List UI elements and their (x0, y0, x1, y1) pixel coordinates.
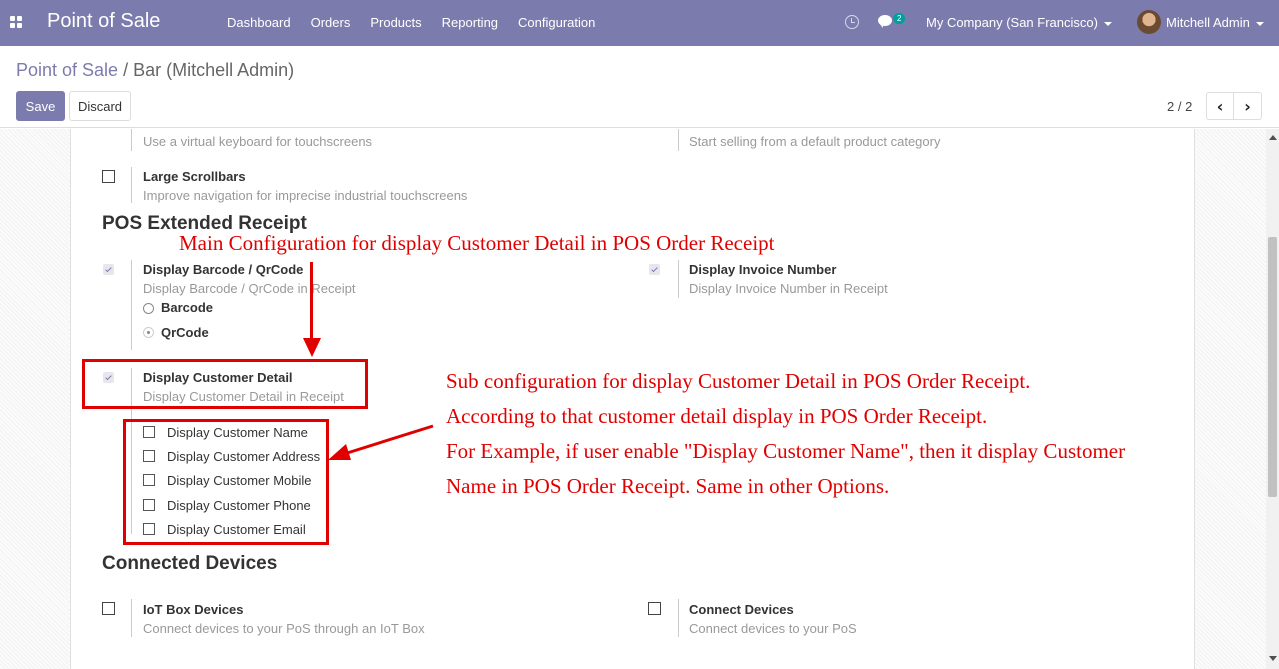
pager-buttons: ‹ › (1206, 92, 1262, 120)
connect-devices-checkbox[interactable] (648, 602, 661, 615)
chevron-down-icon (1255, 21, 1264, 26)
setting-divider (678, 599, 679, 637)
annotation-sub-line4: Name in POS Order Receipt. Same in other… (446, 474, 890, 498)
annotation-arrow-down (310, 262, 313, 344)
iot-box-title: IoT Box Devices (143, 602, 244, 617)
barcode-help: Display Barcode / QrCode in Receipt (143, 281, 356, 296)
user-avatar[interactable] (1137, 10, 1161, 34)
app-brand[interactable]: Point of Sale (47, 10, 160, 33)
annotation-main-config: Main Configuration for display Customer … (179, 231, 775, 255)
control-panel: Point of Sale / Bar (Mitchell Admin) Sav… (0, 46, 1279, 128)
setting-divider (131, 129, 132, 151)
setting-divider (678, 129, 679, 151)
activity-clock-icon[interactable] (845, 15, 859, 29)
section-title-connected-devices: Connected Devices (102, 553, 278, 574)
apps-menu-icon[interactable] (10, 16, 22, 28)
menu-products[interactable]: Products (370, 15, 421, 30)
save-button[interactable]: Save (16, 91, 65, 121)
invoice-number-checkbox[interactable] (649, 264, 660, 275)
virtual-keyboard-help: Use a virtual keyboard for touchscreens (143, 134, 373, 149)
large-scrollbars-checkbox[interactable] (102, 170, 115, 183)
user-name: Mitchell Admin (1166, 15, 1250, 30)
pager-next-button[interactable]: › (1234, 92, 1262, 120)
company-switcher[interactable]: My Company (San Francisco) (926, 15, 1112, 30)
scroll-down-arrow-icon[interactable] (1269, 656, 1277, 661)
barcode-title: Display Barcode / QrCode (143, 262, 304, 277)
vertical-scrollbar[interactable] (1266, 129, 1279, 669)
invoice-number-title: Display Invoice Number (689, 262, 837, 277)
top-navbar: Point of Sale Dashboard Orders Products … (0, 0, 1279, 46)
company-name: My Company (San Francisco) (926, 15, 1098, 30)
annotation-arrowhead-down-icon (303, 338, 321, 357)
menu-orders[interactable]: Orders (311, 15, 351, 30)
scroll-up-arrow-icon[interactable] (1269, 135, 1277, 140)
annotation-sub-line1: Sub configuration for display Customer D… (446, 369, 1031, 393)
menu-configuration[interactable]: Configuration (518, 15, 595, 30)
menu-dashboard[interactable]: Dashboard (227, 15, 291, 30)
pager-value: 2 / 2 (1167, 99, 1193, 114)
iot-box-help: Connect devices to your PoS through an I… (143, 621, 425, 636)
annotation-sub-line2: According to that customer detail displa… (446, 404, 988, 428)
qrcode-radio[interactable] (143, 327, 154, 338)
large-scrollbars-title: Large Scrollbars (143, 169, 246, 184)
scrollbar-thumb[interactable] (1268, 237, 1277, 497)
default-category-help: Start selling from a default product cat… (689, 134, 941, 149)
invoice-number-help: Display Invoice Number in Receipt (689, 281, 888, 296)
breadcrumb: Point of Sale / Bar (Mitchell Admin) (16, 60, 294, 81)
setting-divider (131, 260, 132, 350)
connect-devices-help: Connect devices to your PoS (689, 621, 857, 636)
menu-reporting[interactable]: Reporting (442, 15, 498, 30)
breadcrumb-current: Bar (Mitchell Admin) (133, 60, 295, 80)
barcode-checkbox[interactable] (103, 264, 114, 275)
barcode-radio[interactable] (143, 303, 154, 314)
annotation-box-main (82, 359, 368, 409)
qrcode-radio-label: QrCode (161, 325, 209, 340)
pager-previous-button[interactable]: ‹ (1206, 92, 1234, 120)
chat-count-badge: 2 (893, 13, 906, 24)
setting-divider (131, 599, 132, 637)
large-scrollbars-help: Improve navigation for imprecise industr… (143, 188, 468, 203)
chat-icon[interactable] (878, 15, 892, 28)
discard-button[interactable]: Discard (69, 91, 131, 121)
chevron-down-icon (1103, 21, 1112, 26)
barcode-radio-label: Barcode (161, 300, 214, 315)
user-menu[interactable]: Mitchell Admin (1166, 15, 1264, 30)
annotation-box-sub (123, 419, 329, 545)
connect-devices-title: Connect Devices (689, 602, 794, 617)
breadcrumb-parent[interactable]: Point of Sale (16, 60, 118, 80)
breadcrumb-separator: / (123, 60, 129, 80)
annotation-arrow-left-icon (328, 424, 434, 460)
setting-divider (678, 260, 679, 298)
iot-box-checkbox[interactable] (102, 602, 115, 615)
setting-divider (131, 167, 132, 203)
main-menu: Dashboard Orders Products Reporting Conf… (227, 15, 615, 30)
annotation-sub-line3: For Example, if user enable "Display Cus… (446, 439, 1126, 463)
